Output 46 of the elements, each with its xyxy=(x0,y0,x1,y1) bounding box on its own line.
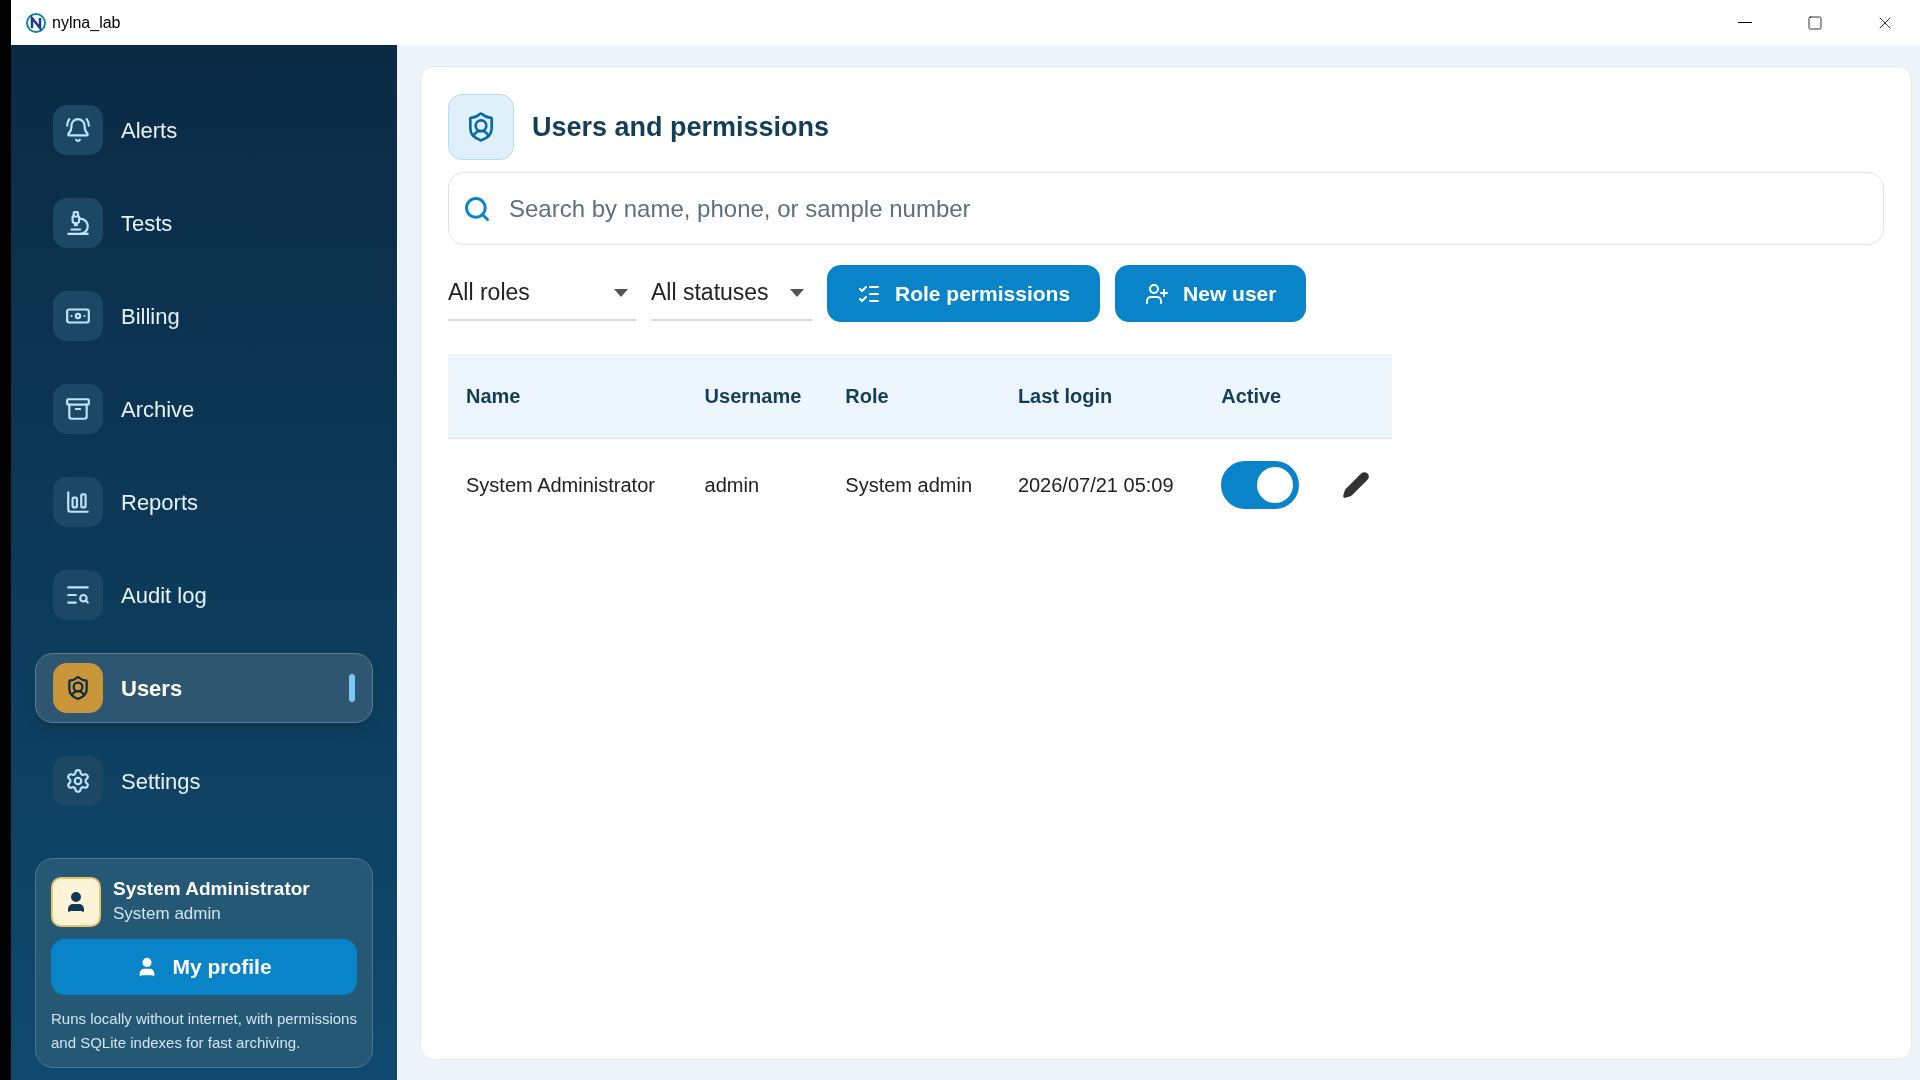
search-field[interactable]: Search by name, phone, or sample number xyxy=(448,172,1884,245)
search-icon xyxy=(463,194,491,223)
logo-icon xyxy=(25,11,47,34)
my-profile-button[interactable]: My profile xyxy=(51,939,357,995)
sidebar-item[interactable]: Alerts xyxy=(35,95,373,165)
sidebar-item[interactable]: Tests xyxy=(35,188,373,258)
user-plus-icon xyxy=(1145,281,1170,306)
sidebar-item[interactable]: Audit log xyxy=(35,560,373,630)
column-header: Active xyxy=(1203,354,1325,438)
archive-box-icon xyxy=(65,396,91,422)
action-button[interactable]: Role permissions xyxy=(827,265,1101,322)
table-cell: 2026/07/21 05:09 xyxy=(999,438,1204,532)
shield-user-icon xyxy=(65,675,91,701)
profile-name: System Administrator xyxy=(113,877,310,902)
column-header: Role xyxy=(827,354,1000,438)
action-button[interactable]: New user xyxy=(1115,265,1307,322)
sidebar-item[interactable]: Archive xyxy=(35,374,373,444)
sidebar-item[interactable]: Users xyxy=(35,653,373,723)
active-toggle[interactable] xyxy=(1221,461,1300,510)
profile-role: System admin xyxy=(113,903,222,926)
bar-chart-icon xyxy=(65,489,91,515)
edit-button[interactable] xyxy=(1342,471,1371,500)
active-indicator xyxy=(349,674,355,702)
page-title: Users and permissions xyxy=(532,110,830,144)
maximize-icon xyxy=(1807,14,1823,31)
filter-dropdown[interactable]: All statuses xyxy=(651,266,812,321)
microscope-icon xyxy=(65,210,91,236)
sidebar-item[interactable]: Billing xyxy=(35,281,373,351)
caret-icon xyxy=(790,288,804,297)
bell-icon xyxy=(65,117,91,143)
table-cell: System admin xyxy=(827,438,1000,532)
sidebar-item[interactable]: Settings xyxy=(35,746,373,816)
column-header: Last login xyxy=(999,354,1204,438)
table-cell: admin xyxy=(686,438,828,532)
column-header: Name xyxy=(448,354,687,438)
settings-icon xyxy=(65,768,91,794)
column-header: Username xyxy=(686,354,828,438)
filter-dropdown[interactable]: All roles xyxy=(448,266,636,321)
avatar xyxy=(51,877,101,927)
sidebar-item[interactable]: Reports xyxy=(35,467,373,537)
window-title: nylna_lab xyxy=(52,12,121,33)
table-cell: System Administrator xyxy=(448,438,687,532)
minimize-icon xyxy=(1738,22,1752,23)
info-text: Runs locally without internet, with permissions and SQLite indexes for fast archiving. xyxy=(51,1009,357,1053)
caret-icon xyxy=(614,288,628,297)
search-input[interactable]: Search by name, phone, or sample number xyxy=(509,190,1869,227)
